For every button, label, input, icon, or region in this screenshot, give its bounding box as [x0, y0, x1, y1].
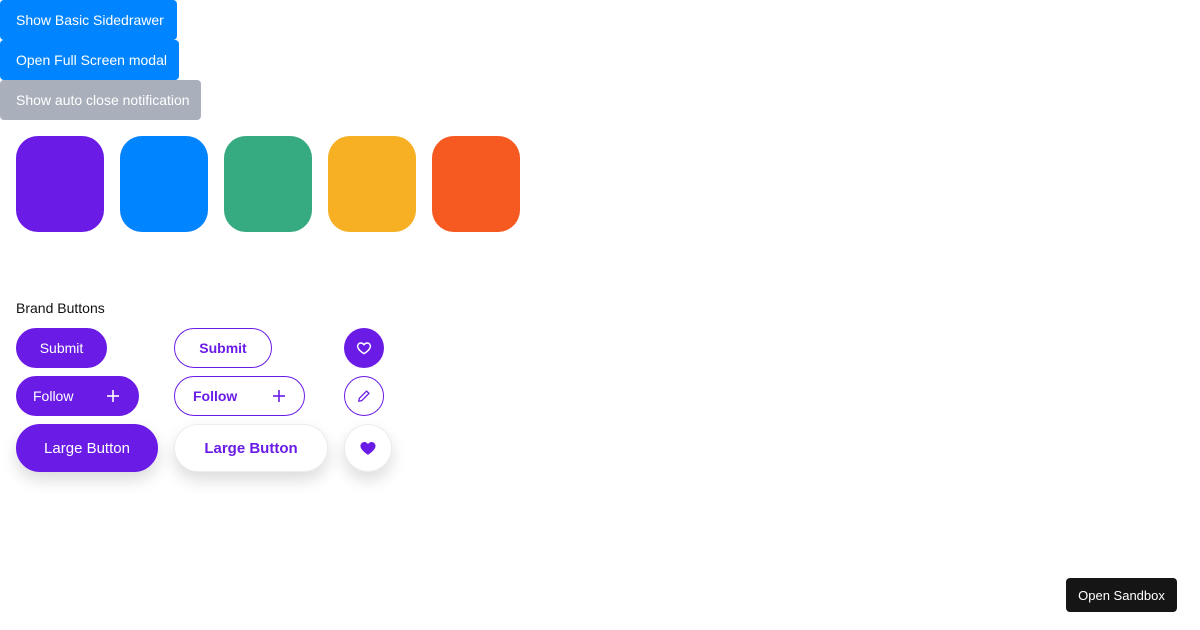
- color-swatch-green: [224, 136, 312, 232]
- submit-button-outline[interactable]: Submit: [174, 328, 272, 368]
- heart-button-solid[interactable]: [344, 328, 384, 368]
- show-basic-sidedrawer-button[interactable]: Show Basic Sidedrawer: [0, 0, 177, 40]
- color-swatch-purple: [16, 136, 104, 232]
- large-button-outline-label: Large Button: [204, 439, 298, 457]
- color-swatch-blue: [120, 136, 208, 232]
- plus-icon: [273, 390, 285, 402]
- heart-button-large[interactable]: [344, 424, 392, 472]
- large-button-solid[interactable]: Large Button: [16, 424, 158, 472]
- follow-button-solid-label: Follow: [33, 388, 74, 404]
- brand-buttons-title: Brand Buttons: [16, 300, 105, 316]
- submit-button-solid[interactable]: Submit: [16, 328, 107, 368]
- follow-button-outline[interactable]: Follow: [174, 376, 305, 416]
- follow-button-outline-label: Follow: [193, 388, 238, 404]
- color-swatch-orange: [432, 136, 520, 232]
- large-button-solid-label: Large Button: [44, 439, 130, 457]
- pencil-icon: [358, 390, 370, 402]
- heart-outline-icon: [356, 342, 372, 355]
- open-sandbox-button[interactable]: Open Sandbox: [1066, 578, 1177, 612]
- heart-filled-icon: [360, 442, 376, 455]
- submit-button-outline-label: Submit: [199, 340, 247, 356]
- follow-button-solid[interactable]: Follow: [16, 376, 139, 416]
- open-full-screen-modal-button[interactable]: Open Full Screen modal: [0, 40, 179, 80]
- color-swatch-yellow: [328, 136, 416, 232]
- show-auto-close-notification-button[interactable]: Show auto close notification: [0, 80, 201, 120]
- large-button-outline[interactable]: Large Button: [174, 424, 328, 472]
- plus-icon: [107, 390, 119, 402]
- submit-button-solid-label: Submit: [39, 340, 84, 356]
- edit-button-outline[interactable]: [344, 376, 384, 416]
